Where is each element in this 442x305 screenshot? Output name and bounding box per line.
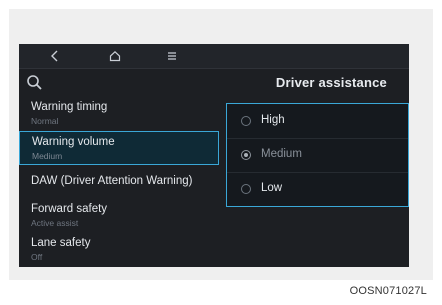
home-icon[interactable] (105, 44, 125, 68)
top-nav-bar (19, 44, 409, 69)
settings-menu: Warning timing Normal Warning volume Med… (19, 97, 219, 267)
back-icon[interactable] (45, 44, 65, 68)
search-icon[interactable] (26, 74, 44, 92)
menu-item-daw[interactable]: DAW (Driver Attention Warning) (19, 165, 219, 199)
menu-item-label: Lane safety (31, 237, 91, 249)
menu-item-value: Medium (32, 151, 63, 161)
infotainment-screen: Driver assistance Warning timing Normal … (19, 44, 409, 267)
menu-item-warning-timing[interactable]: Warning timing Normal (19, 97, 219, 131)
page-title: Driver assistance (275, 75, 387, 90)
option-high[interactable]: High (227, 104, 408, 139)
option-label: Low (261, 182, 283, 194)
screen-header: Driver assistance (19, 69, 409, 97)
radio-checked-icon (241, 150, 251, 160)
menu-item-label: Warning volume (32, 136, 115, 148)
menu-item-value: Normal (31, 116, 59, 126)
menu-item-label: DAW (Driver Attention Warning) (31, 175, 193, 187)
option-low[interactable]: Low (227, 172, 408, 206)
radio-icon (241, 184, 251, 194)
option-label: High (261, 114, 285, 126)
menu-item-lane-safety[interactable]: Lane safety Off (19, 233, 219, 267)
option-medium[interactable]: Medium (227, 138, 408, 173)
radio-icon (241, 116, 251, 126)
menu-item-forward-safety[interactable]: Forward safety Active assist (19, 199, 219, 233)
menu-item-value: Off (31, 252, 43, 262)
menu-item-value: Active assist (31, 218, 79, 228)
menu-item-label: Forward safety (31, 203, 108, 215)
menu-item-label: Warning timing (31, 101, 108, 113)
option-label: Medium (261, 148, 302, 160)
volume-options-panel: High Medium Low (226, 103, 409, 207)
menu-item-warning-volume[interactable]: Warning volume Medium (19, 131, 219, 165)
figure-code: OOSN071027L (349, 285, 427, 297)
menu-icon[interactable] (162, 44, 182, 68)
